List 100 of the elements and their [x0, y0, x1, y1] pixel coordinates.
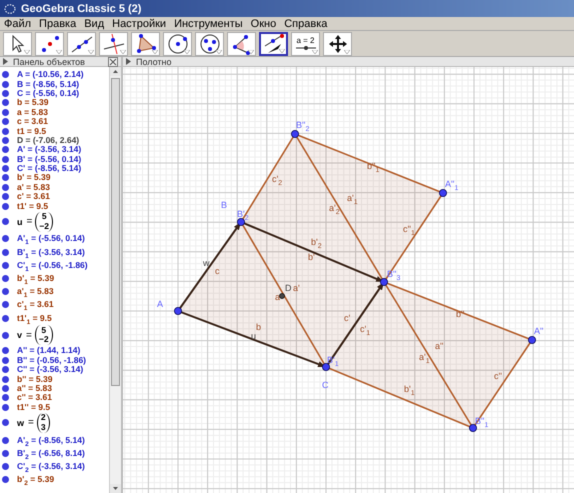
visibility-dot[interactable] — [2, 71, 9, 78]
visibility-dot[interactable] — [2, 174, 9, 182]
tool-button[interactable] — [99, 32, 128, 56]
menu-item[interactable]: Файл — [4, 18, 32, 30]
menu-item[interactable]: Окно — [250, 18, 276, 30]
visibility-dot[interactable] — [2, 347, 9, 354]
visibility-dot[interactable] — [2, 366, 9, 374]
visibility-dot[interactable] — [2, 394, 9, 402]
object-label: c''$_{1}$ — [403, 225, 415, 234]
menu-item[interactable]: Инструменты — [174, 18, 243, 30]
menu-item[interactable]: Настройки — [112, 18, 166, 30]
visibility-dot[interactable] — [2, 301, 9, 308]
tool-button[interactable] — [163, 32, 192, 56]
scrollbar[interactable] — [109, 67, 121, 493]
tool-button[interactable] — [35, 32, 64, 56]
object-label: c — [215, 267, 220, 276]
menu-item[interactable]: Правка — [39, 18, 76, 30]
scroll-thumb[interactable] — [111, 78, 120, 386]
object-definition: B'$_{2}$ = (-6.56, 8.14) — [17, 448, 85, 458]
visibility-dot[interactable] — [2, 462, 9, 470]
visibility-dot[interactable] — [2, 248, 9, 256]
vectors-icon — [262, 32, 284, 54]
vector-name: u — [17, 216, 22, 227]
tool-button[interactable] — [67, 32, 96, 56]
vector-value: 5 −2 — [35, 212, 54, 232]
visibility-dot[interactable] — [2, 235, 9, 242]
circle-icon — [166, 32, 188, 54]
visibility-dot[interactable] — [2, 419, 9, 426]
dropdown-icon — [24, 50, 30, 54]
equals-sign: = — [26, 216, 32, 228]
menu-item[interactable]: Справка — [284, 18, 328, 30]
visibility-dot[interactable] — [2, 356, 9, 364]
collapse-icon[interactable] — [126, 58, 132, 65]
visibility-dot[interactable] — [2, 332, 9, 339]
tool-button[interactable] — [323, 32, 352, 56]
visibility-dot[interactable] — [2, 218, 9, 226]
object-definition: B'$_{1}$ = (-3.56, 3.14) — [17, 248, 85, 257]
visibility-dot[interactable] — [2, 184, 9, 191]
object-definition: A'$_{1}$ = (-5.56, 0.14) — [17, 234, 85, 244]
visibility-dot[interactable] — [2, 80, 9, 88]
visibility-dot[interactable] — [2, 202, 9, 210]
dropdown-icon — [88, 50, 94, 54]
collapse-icon[interactable] — [3, 58, 9, 65]
object-definition: t1'' = 9.5 — [17, 402, 50, 412]
object-definition: C'' = (-3.56, 3.14) — [17, 365, 84, 374]
visibility-dot[interactable] — [2, 288, 9, 296]
visibility-dot[interactable] — [2, 156, 9, 163]
visibility-dot[interactable] — [2, 193, 9, 200]
app-icon — [4, 2, 16, 14]
visibility-dot[interactable] — [2, 436, 9, 444]
visibility-dot[interactable] — [2, 99, 9, 106]
object-definition: A'' = (1.44, 1.14) — [17, 346, 80, 356]
tool-button[interactable] — [195, 32, 224, 56]
object-definition: C' = (-8.56, 5.14) — [17, 164, 82, 174]
object-definition: B'' = (-0.56, -1.86) — [17, 356, 86, 365]
visibility-dot[interactable] — [2, 450, 9, 457]
tool-button[interactable]: a = 2 — [291, 32, 320, 56]
tool-button[interactable] — [131, 32, 160, 56]
object-definition: t1'$_{1}$ = 9.5 — [17, 314, 52, 323]
object-label: D — [285, 284, 292, 293]
scroll-up-icon[interactable] — [110, 67, 121, 76]
visibility-dot[interactable] — [2, 90, 9, 97]
visibility-dot[interactable] — [2, 275, 9, 282]
visibility-dot[interactable] — [2, 314, 9, 322]
visibility-dot[interactable] — [2, 136, 9, 144]
scroll-down-icon[interactable] — [110, 484, 121, 493]
vector-value: 2 3 — [36, 412, 50, 433]
window-title: GeoGebra Classic 5 (2) — [21, 2, 142, 14]
circle-through-points-icon — [198, 32, 220, 54]
menu-item[interactable]: Вид — [84, 18, 104, 30]
visibility-dot[interactable] — [2, 165, 9, 172]
tool-button[interactable] — [227, 32, 256, 56]
object-definition: B = (-8.56, 5.14) — [17, 80, 80, 89]
visibility-dot[interactable] — [2, 376, 9, 383]
object-definition: c'' = 3.61 — [17, 393, 52, 402]
object-label: a'$_{1}$ — [347, 194, 358, 203]
visibility-dot[interactable] — [2, 262, 9, 269]
angle-icon — [230, 32, 252, 54]
dropdown-icon — [344, 50, 350, 54]
object-label: A''$_{1}$ — [445, 180, 458, 189]
dropdown-icon — [152, 50, 158, 54]
equals-sign: = — [26, 330, 32, 341]
visibility-dot[interactable] — [2, 476, 9, 484]
visibility-dot[interactable] — [2, 146, 9, 154]
close-icon[interactable] — [108, 56, 118, 66]
object-label: B — [221, 201, 228, 210]
visibility-dot[interactable] — [2, 128, 9, 135]
visibility-dot[interactable] — [2, 384, 9, 392]
object-label: c'' — [494, 372, 502, 381]
tool-button[interactable] — [259, 32, 288, 56]
panel-title: Полотно — [136, 56, 173, 66]
visibility-dot[interactable] — [2, 108, 9, 116]
tool-button[interactable] — [3, 32, 32, 56]
object-definition: c = 3.61 — [17, 117, 48, 126]
visibility-dot[interactable] — [2, 404, 9, 411]
object-definition: b'$_{1}$ = 5.39 — [17, 274, 54, 284]
object-definition: t1' = 9.5 — [17, 202, 48, 211]
visibility-dot[interactable] — [2, 118, 9, 126]
object-label: a' — [293, 284, 300, 293]
object-definition: b' = 5.39 — [17, 173, 50, 182]
